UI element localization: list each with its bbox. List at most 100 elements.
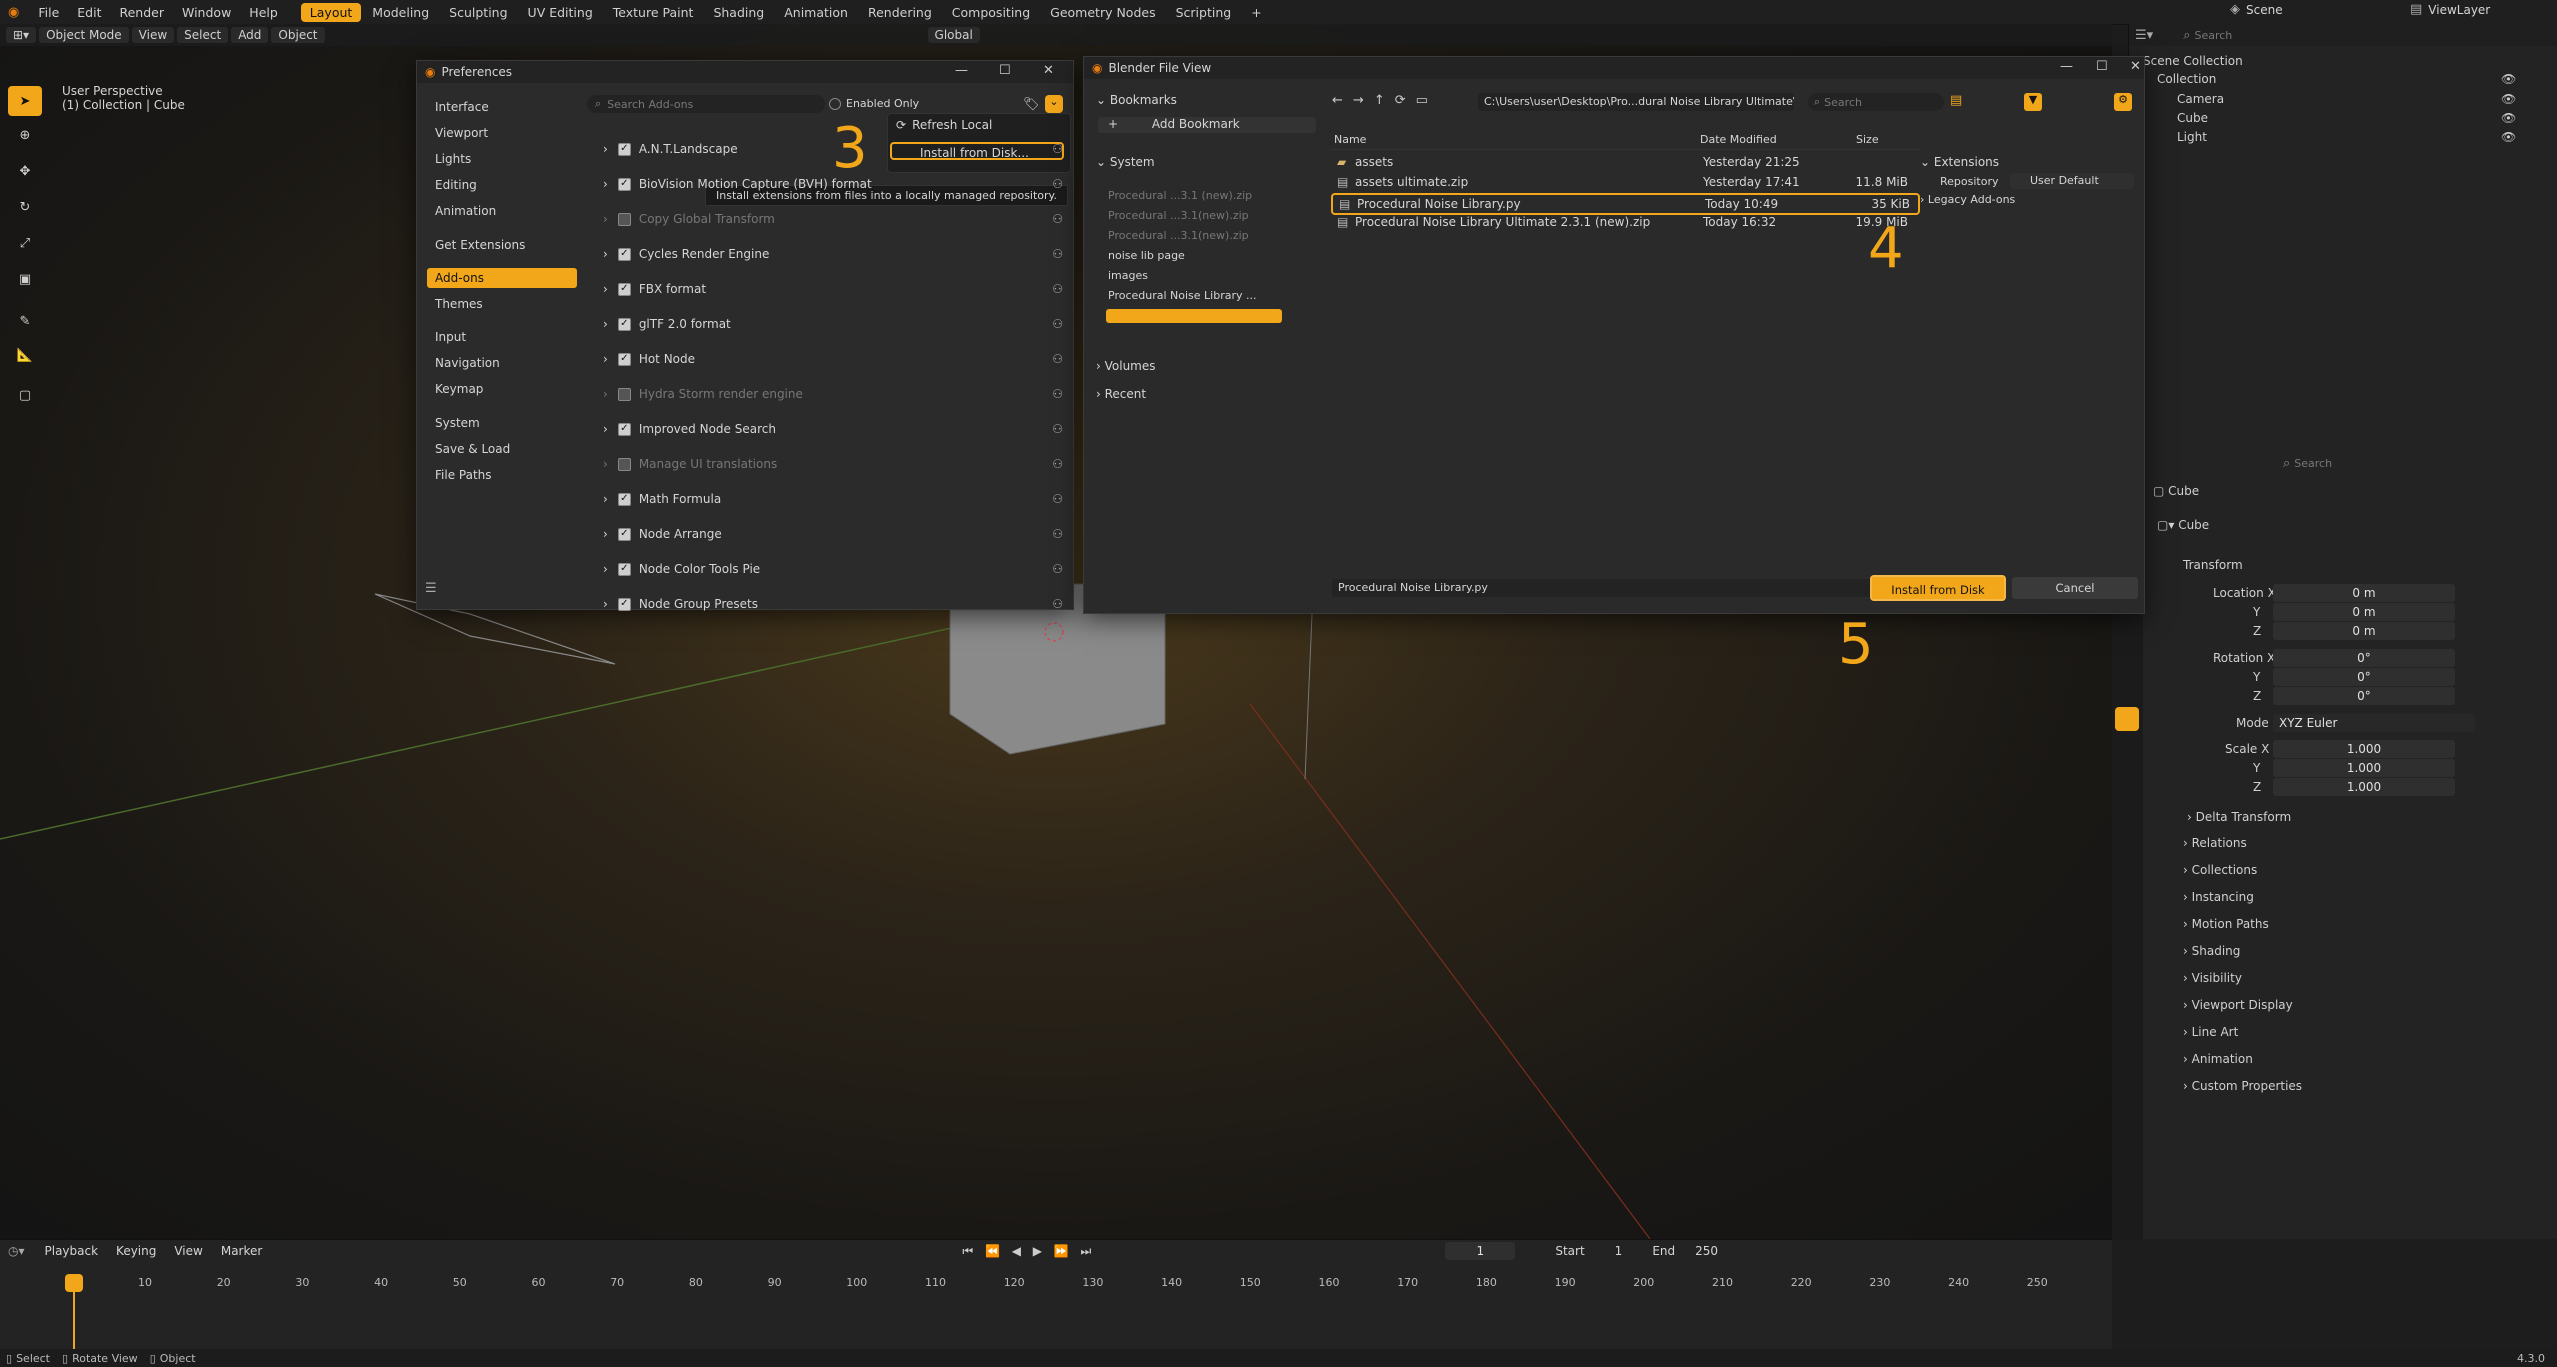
editor-type-icon[interactable]: ⊞▾: [6, 27, 37, 43]
minimize-icon[interactable]: —: [955, 63, 968, 78]
refresh-icon[interactable]: ⟳: [1395, 93, 1416, 108]
prefs-animation[interactable]: Animation: [427, 201, 577, 221]
object-name[interactable]: ▢ Cube: [2153, 484, 2199, 498]
timeline-editor-icon[interactable]: ◷▾: [8, 1244, 25, 1258]
prefs-addons[interactable]: Add-ons: [427, 268, 577, 288]
scene-collection[interactable]: Scene Collection: [2143, 54, 2243, 68]
add-cube-tool-icon[interactable]: ▢: [8, 380, 42, 410]
addon-row[interactable]: › Manage UI translations ⚇: [603, 454, 1063, 474]
tab-texture-paint[interactable]: Texture Paint: [604, 3, 703, 22]
addon-checkbox[interactable]: ✓: [617, 563, 631, 576]
minimize-icon[interactable]: —: [2060, 59, 2073, 74]
end-frame-field[interactable]: 250: [1695, 1244, 1718, 1258]
add-workspace-icon[interactable]: +: [1242, 3, 1270, 22]
filter-icon[interactable]: ▼: [2024, 93, 2042, 111]
cursor-tool-icon[interactable]: ⊕: [8, 120, 42, 150]
addon-search-box[interactable]: ⌕ Search Add-ons: [587, 95, 825, 113]
column-name[interactable]: Name: [1334, 131, 1366, 149]
prefs-navigation[interactable]: Navigation: [427, 353, 577, 373]
rotate-tool-icon[interactable]: ↻: [8, 192, 42, 222]
close-icon[interactable]: ✕: [2130, 59, 2141, 74]
add-bookmark-button[interactable]: + Add Bookmark: [1098, 117, 1316, 133]
file-row[interactable]: ▤ Procedural Noise Library.py Today 10:49 3…: [1331, 193, 1920, 215]
current-frame-field[interactable]: 1: [1445, 1242, 1516, 1260]
timeline-menu-view[interactable]: View: [174, 1244, 202, 1258]
addon-checkbox[interactable]: ✓: [617, 283, 631, 296]
prefs-keymap[interactable]: Keymap: [427, 379, 577, 399]
properties-search-input[interactable]: Search: [2294, 457, 2332, 470]
file-row[interactable]: ▰ assets Yesterday 21:25: [1331, 153, 1916, 171]
addon-row[interactable]: › ✓ FBX format ⚇: [603, 279, 1063, 299]
expand-chevron-icon[interactable]: ›: [603, 597, 608, 611]
system-item[interactable]: noise lib page: [1108, 249, 1185, 262]
playback-controls[interactable]: ⏮ ⏪ ◀ ▶ ⏩ ⏭: [962, 1244, 1095, 1259]
prefs-save-load[interactable]: Save & Load: [427, 439, 577, 459]
expand-chevron-icon[interactable]: ›: [603, 387, 608, 401]
tab-animation[interactable]: Animation: [775, 3, 857, 22]
prefs-get-extensions[interactable]: Get Extensions: [427, 235, 577, 255]
expand-chevron-icon[interactable]: ›: [603, 212, 608, 226]
tab-scripting[interactable]: Scripting: [1167, 3, 1241, 22]
refresh-local-item[interactable]: ⟳ Refresh Local: [896, 118, 992, 132]
addon-row[interactable]: › ✓ Node Color Tools Pie ⚇: [603, 559, 1063, 579]
maximize-icon[interactable]: ☐: [2096, 59, 2108, 74]
volumes-header[interactable]: › Volumes: [1096, 359, 1156, 373]
addon-checkbox[interactable]: ✓: [617, 493, 631, 506]
hamburger-menu-icon[interactable]: ☰: [425, 581, 437, 596]
prefs-system[interactable]: System: [427, 413, 577, 433]
menu-window[interactable]: Window: [182, 5, 231, 20]
addon-row[interactable]: › Hydra Storm render engine ⚇: [603, 384, 1063, 404]
object-properties-tab[interactable]: [2115, 707, 2139, 731]
expand-chevron-icon[interactable]: ›: [603, 352, 608, 366]
visibility-eye-icon[interactable]: 👁: [2501, 92, 2516, 106]
timeline-ruler[interactable]: 1102030405060708090100110120130140150160…: [0, 1274, 2112, 1294]
system-item[interactable]: Procedural ...3.1(new).zip: [1108, 209, 1249, 222]
expand-chevron-icon[interactable]: ›: [603, 562, 608, 576]
addon-checkbox[interactable]: ✓: [617, 178, 631, 191]
prefs-themes[interactable]: Themes: [427, 294, 577, 314]
file-row[interactable]: ▤ assets ultimate.zip Yesterday 17:41 11.8 …: [1331, 173, 1916, 191]
annotate-tool-icon[interactable]: ✎: [8, 306, 42, 336]
select-tool-icon[interactable]: ➤: [8, 86, 42, 116]
section-instancing[interactable]: › Instancing: [2183, 890, 2254, 904]
column-size[interactable]: Size: [1856, 131, 1879, 149]
addon-checkbox[interactable]: [617, 213, 631, 226]
measure-tool-icon[interactable]: 📐: [8, 340, 42, 370]
display-mode-icon[interactable]: ▤: [1950, 93, 1962, 108]
addon-row[interactable]: › ✓ Math Formula ⚇: [603, 489, 1063, 509]
addon-checkbox[interactable]: ✓: [617, 353, 631, 366]
preferences-titlebar[interactable]: ◉ Preferences — ☐ ✕: [417, 61, 1073, 83]
addon-row[interactable]: › Copy Global Transform ⚇: [603, 209, 1063, 229]
addon-row[interactable]: › ✓ glTF 2.0 format ⚇: [603, 314, 1063, 334]
outliner-search-input[interactable]: Search: [2194, 29, 2314, 42]
menu-help[interactable]: Help: [249, 5, 278, 20]
directory-path-field[interactable]: C:\Users\user\Desktop\Pro...dural Noise …: [1478, 93, 1794, 111]
addon-row[interactable]: › ✓ Node Group Presets ⚇: [603, 594, 1063, 614]
tab-geometry-nodes[interactable]: Geometry Nodes: [1041, 3, 1164, 22]
prefs-editing[interactable]: Editing: [427, 175, 577, 195]
scale-tool-icon[interactable]: ⤢: [8, 228, 42, 258]
view-layer-name[interactable]: ViewLayer: [2428, 3, 2490, 17]
prefs-viewport[interactable]: Viewport: [427, 123, 577, 143]
addon-search-input[interactable]: Search Add-ons: [607, 98, 693, 111]
data-name-field[interactable]: ▢▾ Cube: [2157, 518, 2209, 532]
addon-checkbox[interactable]: ✓: [617, 248, 631, 261]
location-x-field[interactable]: 0 m: [2273, 584, 2455, 602]
prefs-interface[interactable]: Interface: [427, 97, 577, 117]
tag-icon[interactable]: 🏷: [1023, 97, 1040, 112]
extensions-panel-header[interactable]: ⌄ Extensions: [1920, 155, 1999, 169]
outliner-light[interactable]: Light: [2177, 130, 2207, 144]
section-relations[interactable]: › Relations: [2183, 836, 2247, 850]
blender-logo-icon[interactable]: ◉: [8, 5, 19, 20]
install-from-disk-button[interactable]: Install from Disk: [1870, 575, 2006, 601]
outliner-editor-icon[interactable]: ☰▾: [2135, 28, 2153, 43]
bookmarks-header[interactable]: ⌄ Bookmarks: [1096, 93, 1177, 107]
menu-file[interactable]: File: [38, 5, 59, 20]
playhead[interactable]: [65, 1274, 83, 1292]
system-item-selected[interactable]: [1106, 309, 1282, 323]
viewport-menu-object[interactable]: Object: [271, 27, 325, 43]
addon-checkbox[interactable]: ✓: [617, 143, 631, 156]
section-custom-properties[interactable]: › Custom Properties: [2183, 1079, 2302, 1093]
system-item[interactable]: images: [1108, 269, 1148, 282]
addon-row[interactable]: › ✓ Node Arrange ⚇: [603, 524, 1063, 544]
